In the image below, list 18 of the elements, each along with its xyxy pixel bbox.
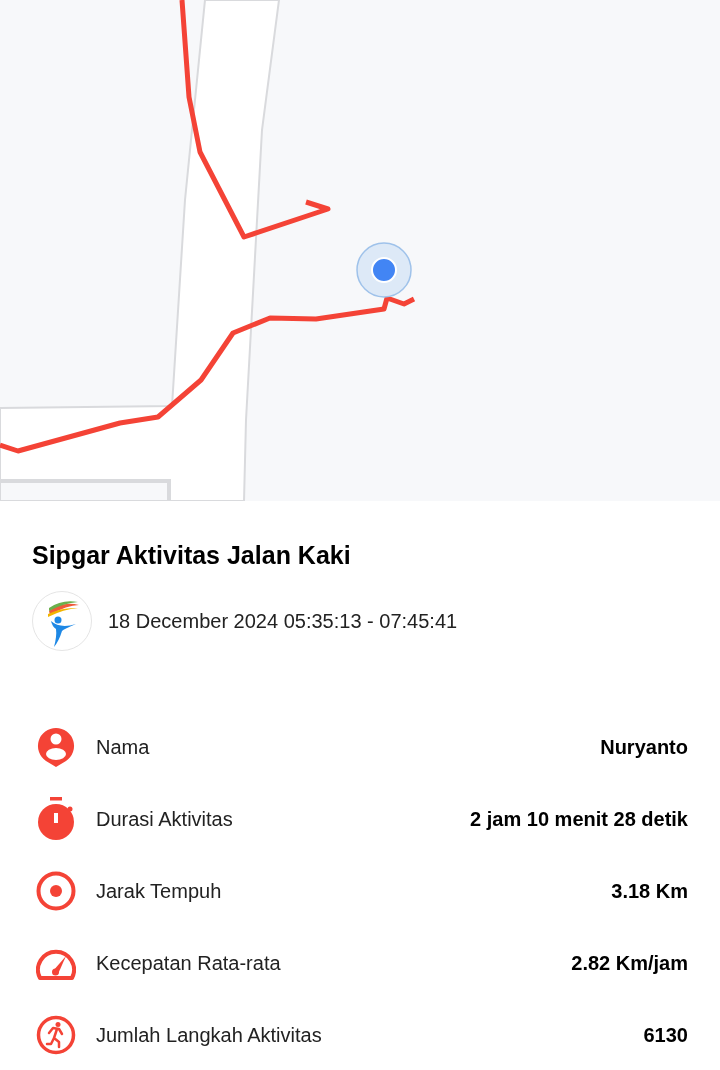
location-marker [356,242,412,298]
activity-title: Sipgar Aktivitas Jalan Kaki [32,540,352,571]
app-logo-icon [32,591,92,651]
stat-value: Nuryanto [600,735,688,760]
walking-person-icon [36,1015,76,1055]
stopwatch-icon [36,797,76,841]
stat-label: Jarak Tempuh [96,879,223,904]
activity-datetime: 18 December 2024 05:35:13 - 07:45:41 [108,609,458,634]
stat-value: 6130 [643,1023,688,1048]
stat-value: 2 jam 10 menit 28 detik [470,807,688,832]
stat-label: Durasi Aktivitas [96,807,234,832]
stat-label: Kecepatan Rata-rata [96,951,282,976]
target-icon [36,871,76,911]
stat-value: 2.82 Km/jam [571,951,688,976]
stat-label: Nama [96,735,151,760]
stat-label: Jumlah Langkah Aktivitas [96,1023,323,1048]
person-pin-icon [36,726,76,768]
stat-value: 3.18 Km [611,879,688,904]
